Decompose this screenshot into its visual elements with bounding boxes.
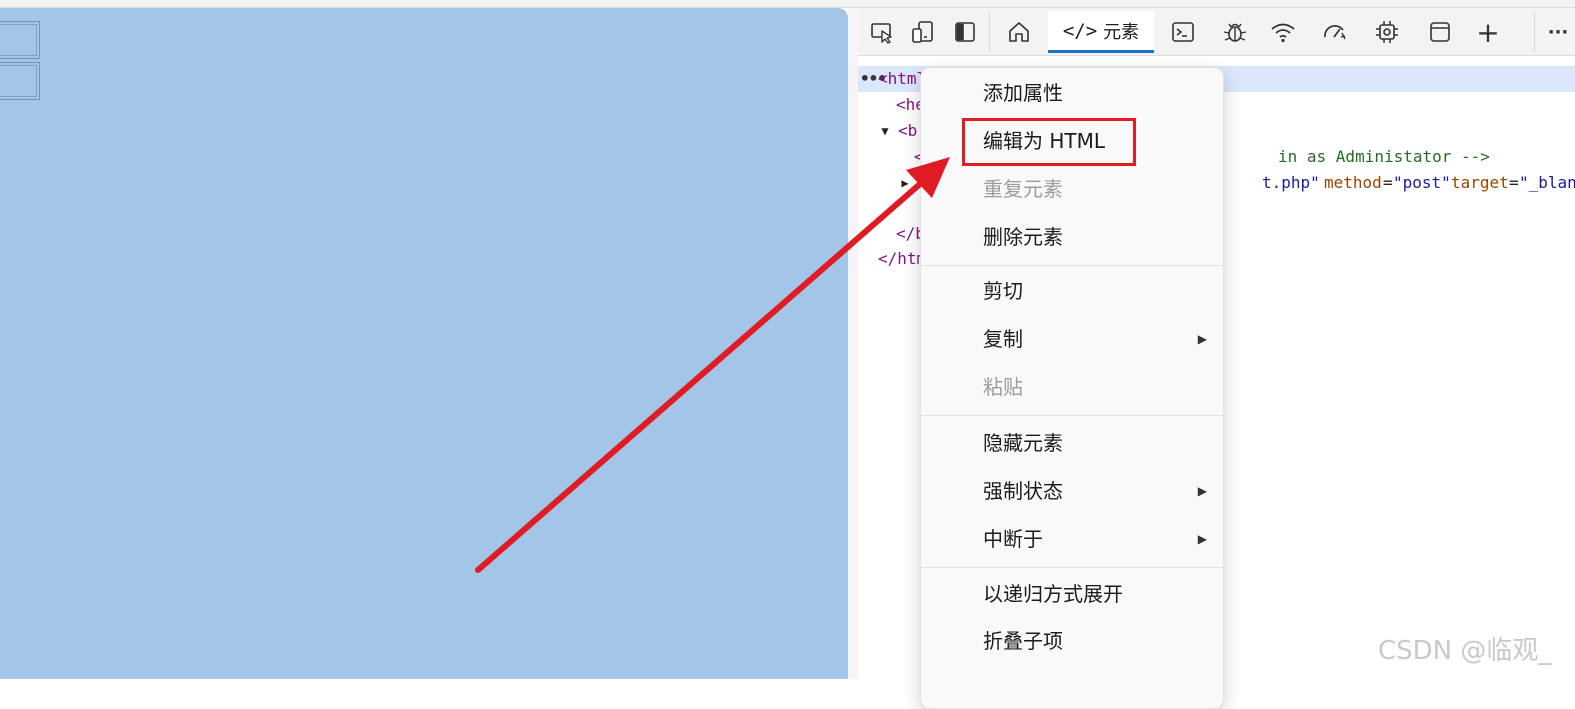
welcome-home-icon[interactable] (1003, 16, 1035, 48)
sources-bug-icon[interactable] (1219, 16, 1251, 48)
dom-comment-text: in as Administator --> (1278, 147, 1490, 166)
panel-splitter[interactable] (848, 8, 858, 679)
dom-attr-name: method (1324, 173, 1382, 192)
performance-gauge-icon[interactable] (1319, 16, 1351, 48)
add-tool-plus-icon[interactable]: + (1472, 16, 1504, 49)
toolbar-separator (1534, 12, 1535, 52)
dom-attr-name: target (1451, 173, 1509, 192)
menu-item-label: 复制 (983, 327, 1023, 351)
menu-item-label: 添加属性 (983, 81, 1063, 105)
menu-item-label: 重复元素 (983, 177, 1063, 201)
dom-attr-value: "post" (1393, 173, 1451, 192)
code-brackets-icon: </> (1062, 19, 1098, 42)
tab-elements-label: 元素 (1103, 21, 1140, 43)
submenu-arrow-icon: ▶ (1197, 532, 1207, 546)
menu-item-collapse-children[interactable]: 折叠子项 (921, 618, 1223, 664)
submenu-arrow-icon: ▶ (1197, 484, 1207, 498)
menu-item-label: 强制状态 (983, 479, 1063, 503)
tab-elements[interactable]: </> 元素 (1048, 11, 1154, 53)
menu-item-force-state[interactable]: 强制状态 ▶ (921, 468, 1223, 514)
menu-item-add-attribute[interactable]: 添加属性 (921, 70, 1223, 116)
menu-item-label: 剪切 (983, 279, 1023, 303)
inspect-element-icon[interactable] (866, 16, 898, 48)
page-viewport[interactable] (0, 8, 848, 679)
dom-tag-text: </htm (878, 249, 927, 268)
more-tools-ellipsis-icon[interactable]: ··· (1542, 16, 1574, 48)
dom-tag-text: <b (898, 121, 918, 140)
toolbar-separator (989, 12, 990, 52)
dom-tag-text: <html (878, 69, 927, 88)
submenu-arrow-icon: ▶ (1197, 332, 1207, 346)
application-window-icon[interactable] (1424, 16, 1456, 48)
console-icon[interactable] (1167, 16, 1199, 48)
expand-triangle-right-icon[interactable]: ▶ (898, 170, 912, 196)
menu-item-hide-element[interactable]: 隐藏元素 (921, 420, 1223, 466)
menu-item-copy[interactable]: 复制 ▶ (921, 316, 1223, 362)
menu-separator (921, 567, 1223, 568)
page-input-box[interactable] (0, 21, 40, 59)
expand-triangle-down-icon[interactable]: ▼ (878, 118, 892, 144)
dom-attr-value: "_blank (1519, 173, 1575, 192)
menu-item-expand-recursively[interactable]: 以递归方式展开 (921, 571, 1223, 617)
devtools-toolbar: </> 元素 + ··· (858, 8, 1575, 56)
dom-equals: = (1383, 173, 1393, 192)
memory-chip-icon[interactable] (1371, 16, 1403, 48)
menu-item-paste[interactable]: 粘贴 (921, 364, 1223, 410)
menu-item-duplicate-element[interactable]: 重复元素 (921, 166, 1223, 212)
menu-item-label: 折叠子项 (983, 629, 1063, 653)
menu-item-delete-element[interactable]: 删除元素 (921, 214, 1223, 260)
page-input-box[interactable] (0, 62, 40, 100)
menu-item-label: 删除元素 (983, 225, 1063, 249)
menu-separator (921, 415, 1223, 416)
menu-separator (921, 265, 1223, 266)
dom-equals: = (1509, 173, 1519, 192)
annotation-highlight-box (962, 118, 1136, 166)
network-wifi-icon[interactable] (1267, 16, 1299, 48)
menu-item-label: 中断于 (983, 527, 1043, 551)
dom-attr-value: t.php" (1262, 173, 1320, 192)
browser-top-strip (0, 0, 1575, 8)
menu-item-cut[interactable]: 剪切 (921, 268, 1223, 314)
menu-item-label: 以递归方式展开 (983, 582, 1123, 606)
watermark: CSDN @临观_ (1378, 636, 1552, 666)
dock-side-icon[interactable] (949, 16, 981, 48)
menu-item-label: 隐藏元素 (983, 431, 1063, 455)
menu-item-break-on[interactable]: 中断于 ▶ (921, 516, 1223, 562)
menu-item-label: 粘贴 (983, 375, 1023, 399)
device-emulation-icon[interactable] (907, 16, 939, 48)
